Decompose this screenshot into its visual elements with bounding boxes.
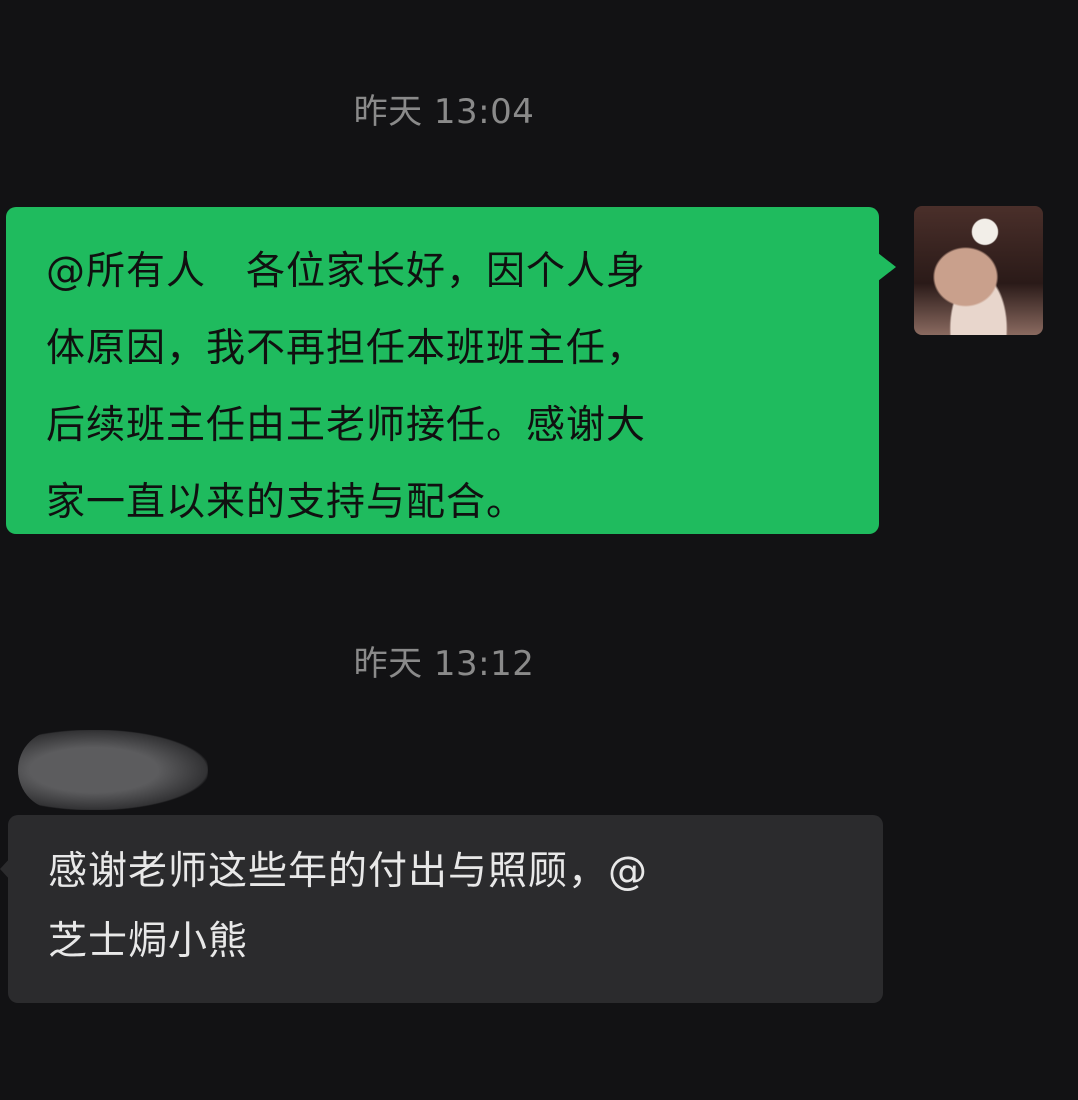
message-text-line: 后续班主任由王老师接任。感谢大 [46,403,647,448]
bubble-tail [878,253,896,281]
message-text-line: 芝士焗小熊 [48,919,249,964]
message-text-line: 体原因，我不再担任本班班主任， [46,326,647,371]
user-avatar[interactable] [914,206,1043,335]
bubble-tail [0,856,12,882]
message-text-line: @所有人 各位家长好，因个人身 [46,249,647,294]
message-text-line: 家一直以来的支持与配合。 [46,480,527,525]
outgoing-message-bubble[interactable]: @所有人 各位家长好，因个人身 体原因，我不再担任本班班主任， 后续班主任由王老… [6,207,879,534]
sender-name-blurred [18,730,208,810]
incoming-message-bubble[interactable]: 感谢老师这些年的付出与照顾，@ 芝士焗小熊 [8,815,883,1003]
message-timestamp: 昨天 13:12 [353,644,535,684]
message-text-line: 感谢老师这些年的付出与照顾，@ [48,849,649,894]
message-timestamp: 昨天 13:04 [353,92,535,132]
